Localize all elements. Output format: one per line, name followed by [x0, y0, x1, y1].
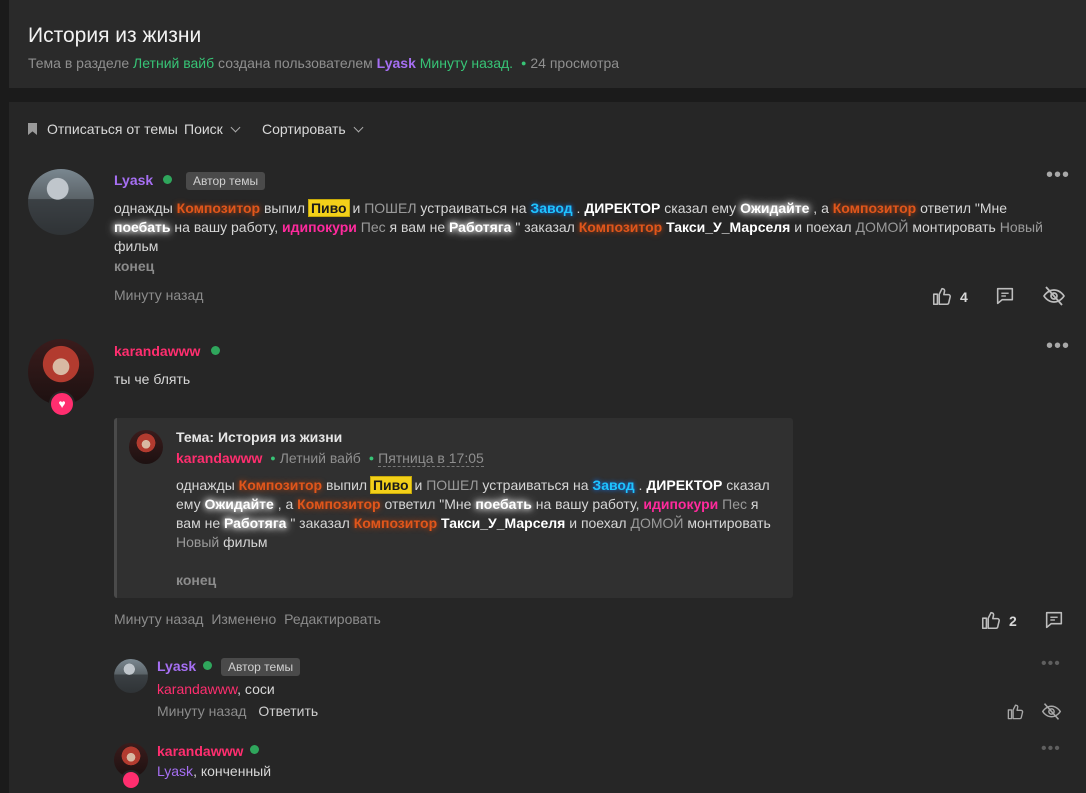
quote-author[interactable]: karandawww — [176, 450, 262, 466]
sort-dropdown[interactable]: Сортировать — [262, 121, 364, 137]
quote-section[interactable]: Летний вайб — [280, 450, 361, 466]
more-options-icon[interactable]: ••• — [1041, 740, 1061, 758]
thread-created-time[interactable]: Минуту назад. — [420, 55, 513, 71]
mention-link[interactable]: Lyask — [157, 763, 193, 779]
post-meta-actions: Минуту назад Изменено Редактировать — [114, 611, 381, 627]
chevron-down-icon — [230, 122, 241, 133]
heart-icon — [121, 770, 141, 790]
hide-icon[interactable] — [1042, 284, 1066, 308]
comment-author[interactable]: karandawww — [157, 743, 243, 759]
separator-dot: ● — [368, 453, 375, 463]
bookmark-icon — [28, 123, 37, 135]
post-tail: конец — [114, 258, 155, 274]
more-options-icon[interactable]: ••• — [1046, 164, 1070, 187]
section-link[interactable]: Летний вайб — [133, 55, 214, 71]
comment-meta: Минуту назад Ответить — [157, 703, 318, 719]
more-options-icon[interactable]: ••• — [1046, 335, 1070, 358]
thread-author-link[interactable]: Lyask — [377, 55, 416, 71]
edited-label[interactable]: Изменено — [211, 611, 276, 627]
post-time[interactable]: Минуту назад — [114, 611, 203, 627]
hide-icon[interactable] — [1041, 701, 1062, 722]
unsubscribe-button[interactable]: Отписаться от темы — [28, 121, 178, 137]
heart-icon: ♥ — [49, 391, 75, 417]
separator-dot: ● — [520, 58, 527, 68]
post-author[interactable]: Lyask — [114, 172, 153, 188]
edit-link[interactable]: Редактировать — [284, 611, 381, 627]
more-options-icon[interactable]: ••• — [1041, 655, 1061, 673]
comment-body: karandawww, соси — [157, 681, 275, 697]
thread-views: 24 просмотра — [530, 55, 620, 71]
like-count: 2 — [1009, 613, 1017, 629]
comment-author[interactable]: Lyask — [157, 658, 196, 674]
online-indicator — [250, 745, 259, 754]
like-count: 4 — [960, 289, 968, 305]
avatar[interactable] — [28, 169, 94, 235]
online-indicator — [203, 661, 212, 670]
search-dropdown[interactable]: Поиск — [184, 121, 241, 137]
thread-title: История из жизни — [28, 24, 202, 47]
post-body: однажды Композитор выпил Пиво и ПОШЕЛ ус… — [114, 199, 1043, 254]
quote-meta: karandawww ● Летний вайб ● Пятница в 17:05 — [176, 450, 484, 467]
separator-dot: ● — [270, 453, 276, 463]
quote-title[interactable]: Тема: История из жизни — [176, 429, 342, 445]
post-author[interactable]: karandawww — [114, 343, 200, 359]
author-badge: Автор темы — [221, 658, 301, 676]
quote-body: однажды Композитор выпил Пиво и ПОШЕЛ ус… — [176, 476, 771, 550]
quote-tail: конец — [176, 572, 217, 588]
like-icon[interactable] — [980, 609, 1002, 631]
comment-time[interactable]: Минуту назад — [157, 703, 246, 719]
reply-icon[interactable] — [1043, 609, 1065, 631]
avatar — [129, 430, 163, 464]
online-indicator — [211, 346, 220, 355]
thread-header: История из жизни Тема в разделе Летний в… — [9, 0, 1086, 88]
like-icon[interactable] — [1006, 702, 1025, 721]
quoted-thread-card[interactable]: Тема: История из жизни karandawww ● Летни… — [114, 418, 793, 598]
chevron-down-icon — [353, 122, 364, 133]
author-badge: Автор темы — [186, 172, 266, 190]
online-indicator — [163, 175, 172, 184]
post-body: ты че блять — [114, 371, 191, 387]
comment-body: Lyask, конченный — [157, 763, 272, 779]
reply-button[interactable]: Ответить — [258, 703, 318, 719]
post-time[interactable]: Минуту назад — [114, 287, 203, 303]
mention-link[interactable]: karandawww — [157, 681, 237, 697]
quote-time: Пятница в 17:05 — [378, 450, 484, 467]
posts-panel: Отписаться от темы Поиск Сортировать Lya… — [9, 102, 1086, 793]
avatar[interactable] — [114, 659, 148, 693]
reply-icon[interactable] — [994, 285, 1016, 307]
like-icon[interactable] — [931, 285, 953, 307]
thread-meta: Тема в разделе Летний вайб создана польз… — [28, 55, 620, 71]
